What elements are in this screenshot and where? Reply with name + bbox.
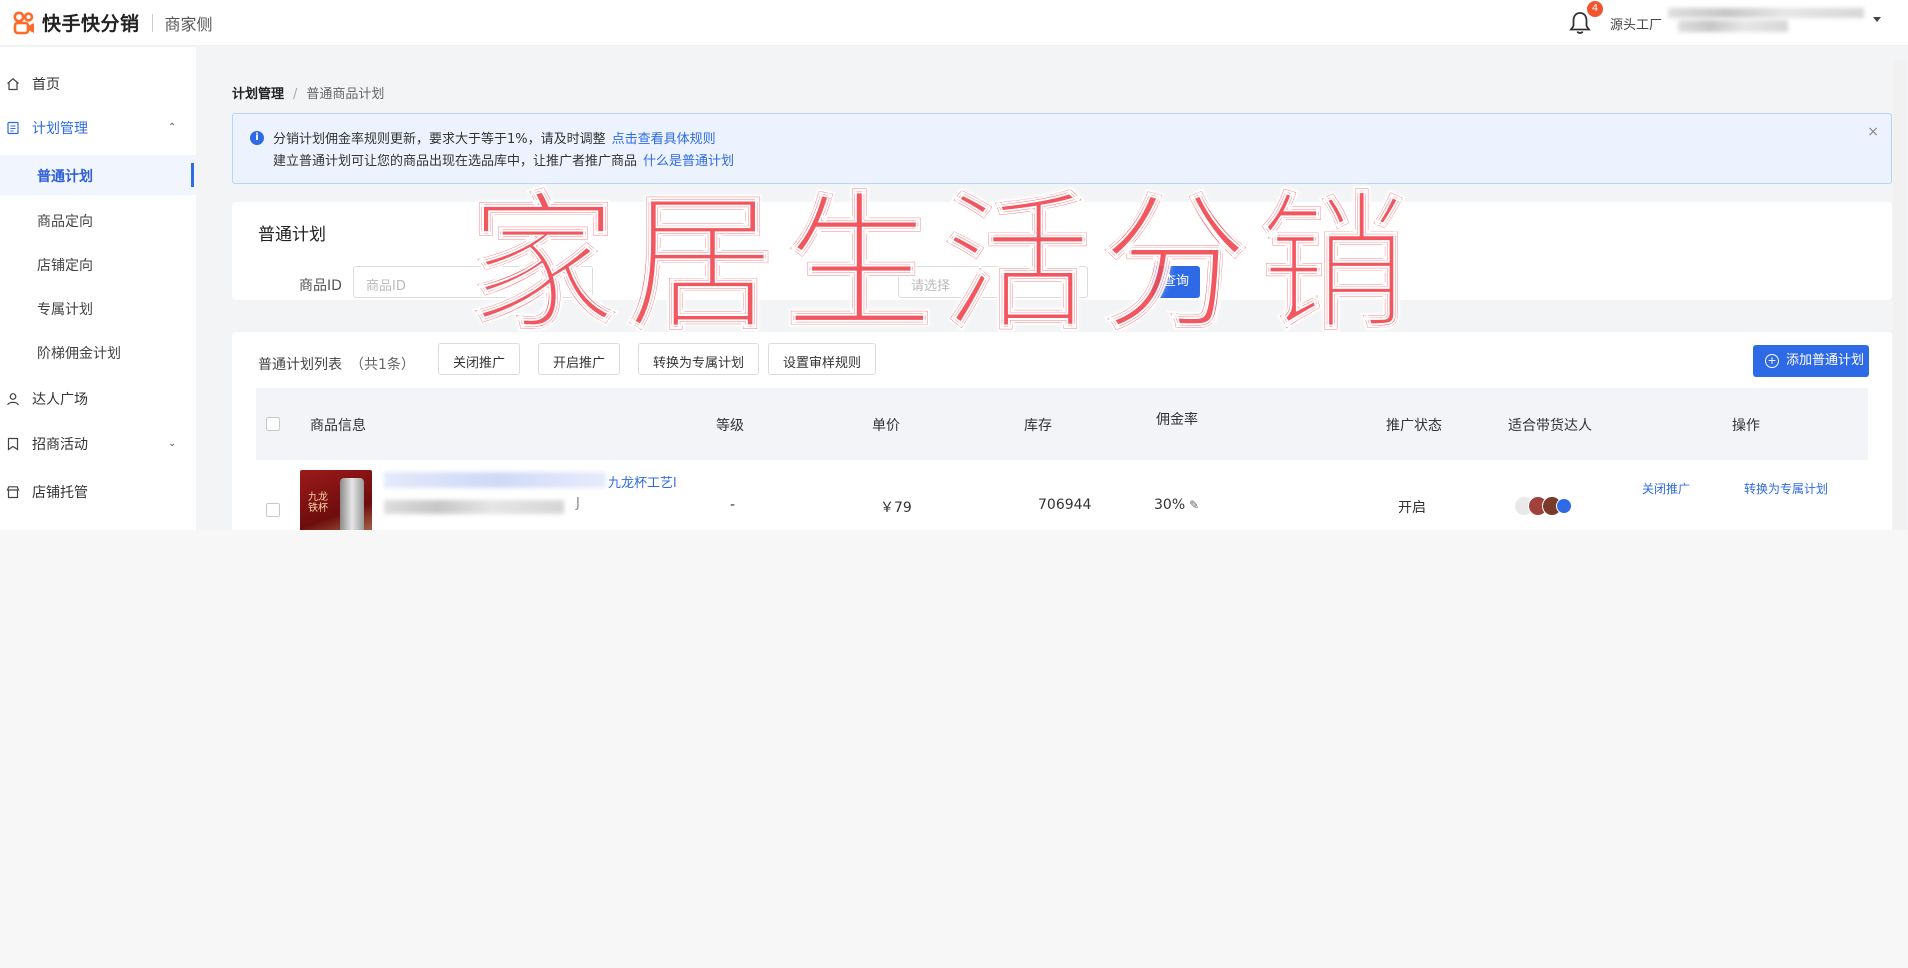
redacted-user-info-2 [1678,20,1788,32]
sidebar-subitem-label: 普通计划 [37,169,93,185]
table-row: 九龙铁杯 九龙杯工艺l J - ￥79 706944 30% ✎ 开启 关闭推广… [256,460,1868,530]
status-cell: 开启 [1398,500,1426,516]
alert-text-2: 建立普通计划可让您的商品出现在选品库中，让推广者推广商品 [273,154,638,169]
scrollbar[interactable] [1893,60,1907,530]
column-header-product: 商品信息 [310,418,366,434]
what-is-normal-plan-link[interactable]: 什么是普通计划 [643,154,734,169]
brand-name: 快手快分销 [42,13,140,35]
redacted-product-subtitle [384,500,564,514]
breadcrumb: 计划管理 / 普通商品计划 [232,83,384,102]
edit-pencil-icon[interactable]: ✎ [1189,498,1199,512]
brand-divider [151,13,153,32]
list-title-text: 普通计划列表 [258,357,342,373]
product-thumbnail[interactable]: 九龙铁杯 [300,470,372,530]
user-name[interactable]: 源头工厂 [1610,14,1662,33]
sidebar-subitem-normal-plan[interactable]: 普通计划 [0,155,196,195]
alert-line-1: 分销计划佣金率规则更新，要求大于等于1%，请及时调整 点击查看具体规则 [273,128,716,147]
sidebar-item-label: 首页 [32,77,60,93]
brand-subtitle: 商家侧 [164,14,213,34]
product-subtitle: J [576,496,580,511]
home-icon [7,78,19,91]
select-all-checkbox[interactable] [266,417,280,431]
filter-title: 普通计划 [258,225,326,245]
column-header-level: 等级 [716,418,744,434]
sidebar-item-creator-square[interactable]: 达人广场 [0,379,196,419]
sidebar-subitem-label: 店铺定向 [37,258,93,274]
level-cell: - [730,497,736,513]
add-normal-plan-label: 添加普通计划 [1786,353,1865,368]
sidebar-item-merchant-activity[interactable]: 招商活动 ⌄ [0,424,196,464]
sidebar-subitem-exclusive-plan[interactable]: 专属计划 [0,288,196,328]
kuaishou-logo-icon [13,11,34,34]
chevron-down-icon: ⌄ [168,438,177,449]
info-icon: i [250,131,264,145]
sidebar-item-label: 招商活动 [32,437,88,453]
alert-text-1: 分销计划佣金率规则更新，要求大于等于1%，请及时调整 [273,132,606,147]
alert-line-2: 建立普通计划可让您的商品出现在选品库中，让推广者推广商品 什么是普通计划 [273,150,734,169]
breadcrumb-current: 普通商品计划 [306,87,385,102]
sidebar-subitem-product-targeted[interactable]: 商品定向 [0,200,196,240]
thumbnail-text: 九龙铁杯 [308,492,328,514]
active-indicator [191,163,194,187]
app-window: 快手快分销 商家侧 4 源头工厂 首页 计划管理 ⌃ 普通计划 商品定向 店铺定… [0,0,1908,530]
column-header-price: 单价 [872,418,900,434]
sidebar-item-label: 店铺托管 [32,485,88,501]
user-icon [7,393,19,406]
plan-list-panel: 普通计划列表 （共1条） 关闭推广 开启推广 转换为专属计划 设置审样规则 + 添… [232,332,1892,530]
sidebar-subitem-store-targeted[interactable]: 店铺定向 [0,244,196,284]
sidebar: 首页 计划管理 ⌃ 普通计划 商品定向 店铺定向 专属计划 阶梯佣金计划 达人广… [0,47,196,530]
info-alert: i 分销计划佣金率规则更新，要求大于等于1%，请及时调整 点击查看具体规则 建立普… [232,113,1892,184]
breadcrumb-parent[interactable]: 计划管理 [232,87,284,102]
sidebar-item-home[interactable]: 首页 [0,64,196,104]
avatar [1556,498,1572,514]
sidebar-subitem-label: 阶梯佣金计划 [37,346,121,362]
table-header: 商品信息 等级 单价 库存 佣金率 推广状态 适合带货达人 操作 [256,388,1868,460]
sidebar-subitem-label: 专属计划 [37,302,93,318]
sidebar-item-label: 达人广场 [32,392,88,408]
column-header-commission: 佣金率 [1156,412,1198,428]
column-header-stock: 库存 [1024,418,1052,434]
price-cell: ￥79 [880,500,912,516]
rules-link[interactable]: 点击查看具体规则 [612,132,716,147]
sidebar-item-label: 计划管理 [32,121,88,137]
add-normal-plan-button[interactable]: + 添加普通计划 [1753,345,1869,377]
commission-cell: 30% ✎ [1154,497,1199,513]
store-icon [6,486,20,499]
row-checkbox[interactable] [266,503,280,517]
sidebar-item-store-hosting[interactable]: 店铺托管 [0,472,196,512]
commission-value: 30% [1154,497,1186,513]
overlay-caption: 家居生活分销 [467,178,1417,352]
sidebar-subitem-label: 商品定向 [37,214,93,230]
product-title-link[interactable]: 九龙杯工艺l [608,472,677,491]
bookmark-icon [7,437,19,451]
convert-exclusive-link[interactable]: 转换为专属计划 [1744,480,1828,497]
document-icon [7,121,19,135]
notification-badge: 4 [1587,1,1603,17]
column-header-status: 推广状态 [1386,418,1442,434]
column-header-creators: 适合带货达人 [1508,418,1592,434]
brand-logo[interactable]: 快手快分销 商家侧 [12,9,213,36]
top-bar: 快手快分销 商家侧 4 源头工厂 [0,0,1908,46]
column-header-actions: 操作 [1732,418,1760,434]
redacted-product-title [384,472,606,488]
close-icon[interactable]: × [1867,124,1879,140]
chevron-up-icon: ⌃ [168,122,177,133]
redacted-user-info [1668,8,1864,18]
breadcrumb-separator: / [293,87,298,102]
sidebar-item-plan-management[interactable]: 计划管理 ⌃ [0,108,196,148]
close-promotion-link[interactable]: 关闭推广 [1642,480,1690,497]
list-title: 普通计划列表 （共1条） [258,354,415,374]
plus-circle-icon: + [1765,354,1779,368]
sidebar-subitem-tiered-commission[interactable]: 阶梯佣金计划 [0,332,196,372]
creator-avatars[interactable] [1514,496,1594,516]
product-id-label: 商品ID [299,278,342,294]
list-count: （共1条） [350,357,415,373]
user-dropdown-icon[interactable] [1873,17,1881,22]
product-image-bottle [340,478,364,530]
stock-cell: 706944 [1038,497,1092,513]
